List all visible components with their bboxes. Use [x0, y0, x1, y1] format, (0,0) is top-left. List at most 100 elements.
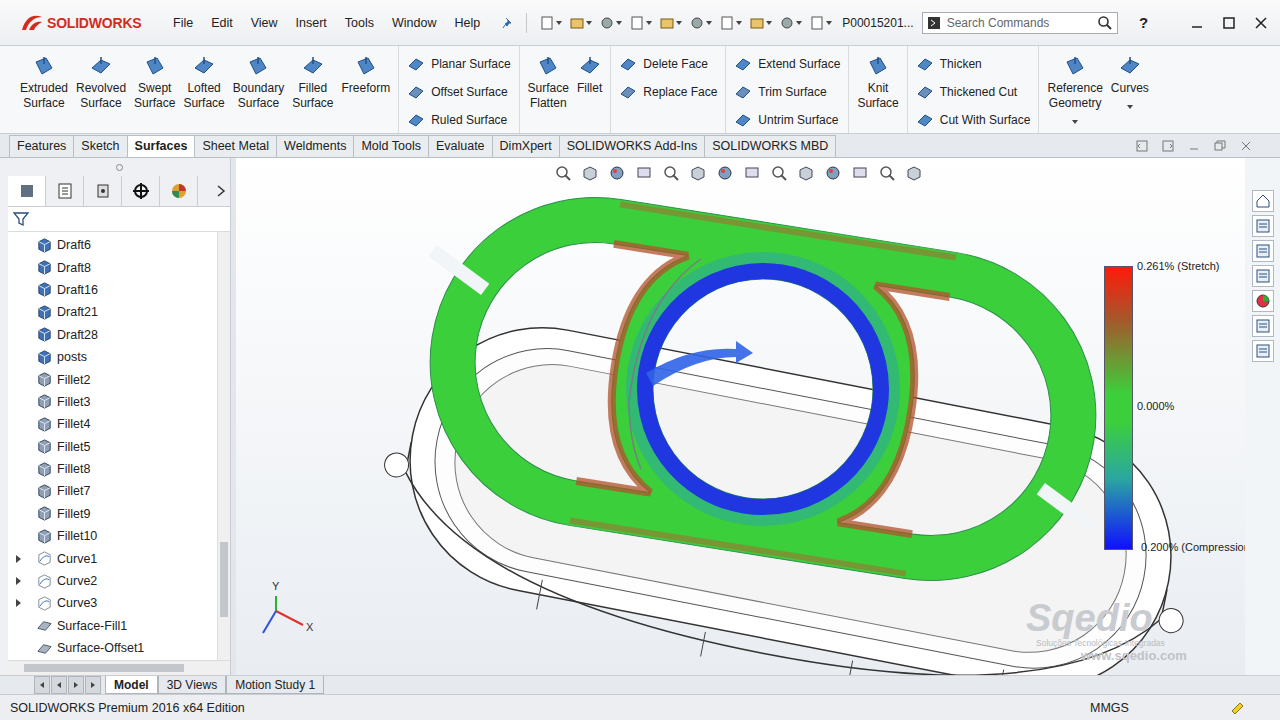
chevron-right-icon[interactable] [216, 185, 226, 197]
toolbar-button[interactable] [627, 13, 654, 33]
ribbon-button[interactable]: Delete Face [615, 52, 721, 76]
command-tab[interactable]: Sketch [73, 135, 127, 157]
menu-item[interactable]: Help [447, 14, 489, 32]
tree-item[interactable]: Surface-Offset1 [8, 637, 217, 659]
expand-arrow-icon[interactable] [14, 554, 24, 564]
tree-item[interactable]: Draft16 [8, 279, 217, 301]
ribbon-button[interactable]: Extruded Surface [16, 46, 72, 133]
ribbon-button[interactable]: Replace Face [615, 80, 721, 104]
tree-item[interactable]: Draft6 [8, 234, 217, 256]
tree-item[interactable]: Fillet10 [8, 525, 217, 547]
expand-arrow-icon[interactable] [14, 598, 24, 608]
tab-scroll-button[interactable] [68, 676, 84, 694]
command-tab[interactable]: Features [9, 135, 74, 157]
maximize-icon[interactable] [1222, 16, 1236, 30]
view-tool-icon[interactable] [689, 164, 707, 182]
ribbon-button[interactable]: Lofted Surface [179, 46, 228, 133]
model-view[interactable] [236, 158, 1245, 675]
view-tool-icon[interactable] [824, 164, 842, 182]
horizontal-scrollbar[interactable] [8, 660, 230, 675]
panel-tab[interactable] [122, 176, 160, 206]
panel-tab[interactable] [160, 176, 198, 206]
view-tool-icon[interactable] [878, 164, 896, 182]
command-tab[interactable]: Sheet Metal [194, 135, 277, 157]
scroll-thumb[interactable] [24, 664, 184, 672]
ribbon-button[interactable]: Boundary Surface [229, 46, 288, 133]
tile-right-icon[interactable] [1162, 140, 1174, 152]
tree-filter[interactable] [8, 207, 230, 232]
magnifier-icon[interactable] [1097, 15, 1113, 31]
view-tool-icon[interactable] [743, 164, 761, 182]
menu-item[interactable]: Insert [288, 14, 335, 32]
tree-item[interactable]: Fillet3 [8, 391, 217, 413]
help-button[interactable]: ? [1134, 14, 1154, 31]
graphics-area[interactable]: Y X 0.261% (Stretch) 0.000% 0.200% (Comp… [236, 158, 1245, 675]
ribbon-button[interactable]: Extend Surface [730, 52, 844, 76]
toolbar-button[interactable] [747, 13, 774, 33]
search-box[interactable] [922, 12, 1118, 34]
tree-item[interactable]: Fillet9 [8, 503, 217, 525]
panel-tab[interactable] [84, 176, 122, 206]
toolbar-button[interactable] [777, 13, 804, 33]
close-icon[interactable] [1254, 16, 1268, 30]
task-pane-tab[interactable] [1252, 340, 1274, 362]
toolbar-button[interactable] [597, 13, 624, 33]
ribbon-button[interactable]: Swept Surface [130, 46, 179, 133]
command-tab[interactable]: SOLIDWORKS MBD [704, 135, 836, 157]
task-pane-tab[interactable] [1252, 290, 1274, 312]
ribbon-button[interactable]: Planar Surface [403, 52, 514, 76]
task-pane-tab[interactable] [1252, 315, 1274, 337]
view-tool-icon[interactable] [851, 164, 869, 182]
ribbon-button[interactable]: Thickened Cut [912, 80, 1035, 104]
tab-scroll-button[interactable] [85, 676, 101, 694]
expand-arrow-icon[interactable] [14, 576, 24, 586]
tree-item[interactable]: Curve3 [8, 592, 217, 614]
toolbar-button[interactable] [657, 13, 684, 33]
tree-item[interactable]: Curve1 [8, 547, 217, 569]
minimize-icon[interactable] [1188, 140, 1200, 152]
view-tool-icon[interactable] [797, 164, 815, 182]
tree-item[interactable]: posts [8, 346, 217, 368]
ribbon-button[interactable]: Curves [1107, 46, 1153, 133]
ribbon-button[interactable]: Thicken [912, 52, 1035, 76]
tree-item[interactable]: Fillet2 [8, 368, 217, 390]
view-tool-icon[interactable] [581, 164, 599, 182]
menu-item[interactable]: File [165, 14, 201, 32]
ribbon-button[interactable]: Knit Surface [853, 46, 902, 133]
ribbon-button[interactable]: Freeform [338, 46, 395, 133]
tree-item[interactable]: Fillet8 [8, 458, 217, 480]
tab-scroll-button[interactable] [51, 676, 67, 694]
toolbar-button[interactable] [717, 13, 744, 33]
view-tool-icon[interactable] [770, 164, 788, 182]
tile-left-icon[interactable] [1136, 140, 1148, 152]
command-tab[interactable]: SOLIDWORKS Add-Ins [559, 135, 706, 157]
model-tab[interactable]: 3D Views [158, 676, 226, 694]
toolbar-button[interactable] [687, 13, 714, 33]
ribbon-button[interactable]: Offset Surface [403, 80, 514, 104]
ribbon-button[interactable]: Fillet [573, 46, 606, 133]
flattened-surface[interactable] [393, 172, 1132, 607]
tab-scroll-button[interactable] [34, 676, 50, 694]
view-tool-icon[interactable] [905, 164, 923, 182]
toolbar-button[interactable] [567, 13, 594, 33]
menu-item[interactable]: View [243, 14, 286, 32]
command-tab[interactable]: Evaluate [428, 135, 493, 157]
restore-icon[interactable] [1214, 140, 1226, 152]
view-tool-icon[interactable] [635, 164, 653, 182]
panel-grip[interactable] [8, 158, 230, 176]
minimize-icon[interactable] [1190, 16, 1204, 30]
vertical-scrollbar[interactable] [217, 232, 230, 660]
toolbar-button[interactable] [807, 13, 834, 33]
tree-item[interactable]: Surface-Fill1 [8, 615, 217, 637]
dropdown-caret-icon[interactable] [1127, 105, 1133, 109]
rebuild-status-icon[interactable] [1230, 701, 1244, 715]
menu-item[interactable]: Window [384, 14, 444, 32]
scroll-thumb[interactable] [220, 542, 228, 617]
view-tool-icon[interactable] [716, 164, 734, 182]
view-tool-icon[interactable] [554, 164, 572, 182]
tree-item[interactable]: Draft21 [8, 301, 217, 323]
tree-item[interactable]: Fillet5 [8, 436, 217, 458]
ribbon-button[interactable]: Revolved Surface [72, 46, 130, 133]
tree-item[interactable]: Draft8 [8, 256, 217, 278]
ribbon-button[interactable]: Ruled Surface [403, 108, 514, 132]
